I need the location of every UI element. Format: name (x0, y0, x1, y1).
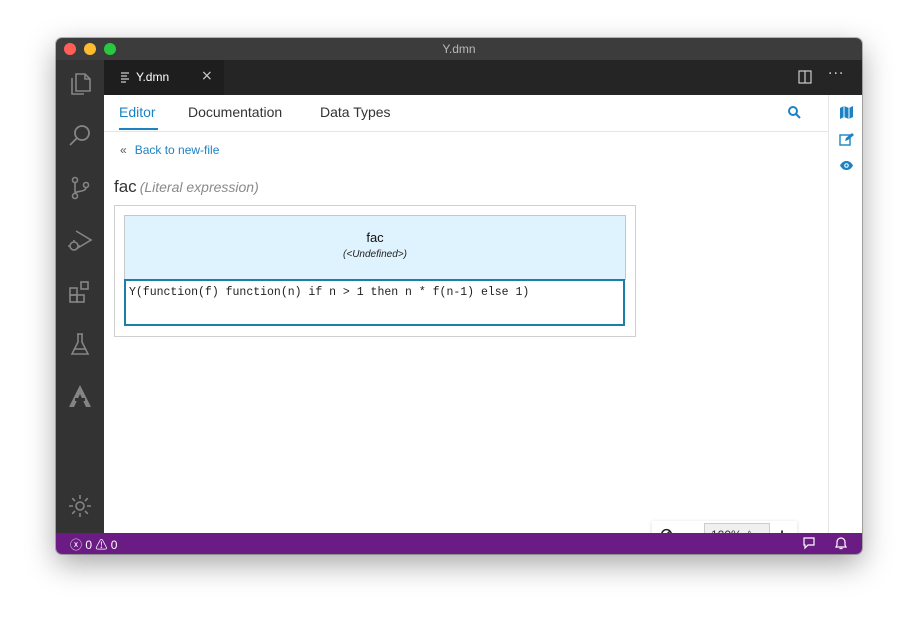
problems-indicator[interactable]: ⓧ 0 ⚠ 0 (70, 536, 117, 553)
back-link-label: Back to new-file (134, 143, 220, 157)
expression-title: fac (Literal expression) (114, 177, 259, 197)
window-title: Y.dmn (442, 42, 476, 56)
editor-nav-tabs: Editor Documentation Data Types (104, 95, 828, 132)
expression-text-cell[interactable]: Y(function(f) function(n) if n > 1 then … (124, 279, 625, 326)
extensions-icon[interactable] (66, 278, 94, 306)
dmn-editor: Editor Documentation Data Types « Back to… (104, 95, 828, 549)
preview-eye-icon[interactable] (839, 158, 854, 173)
literal-expression-grid: fac (<Undefined>) Y(function(f) function… (114, 205, 636, 337)
expression-header-cell[interactable]: fac (<Undefined>) (124, 215, 626, 280)
feedback-icon[interactable] (802, 536, 816, 550)
expression-kind: (Literal expression) (139, 179, 259, 195)
status-bar: ⓧ 0 ⚠ 0 (56, 533, 862, 554)
file-lines-icon (121, 72, 129, 83)
back-link[interactable]: « Back to new-file (120, 143, 219, 157)
activity-bar (56, 60, 104, 533)
error-icon: ⓧ (70, 538, 83, 552)
testing-icon[interactable] (66, 330, 94, 358)
notifications-bell-icon[interactable] (834, 536, 848, 550)
map-icon[interactable] (839, 105, 854, 120)
header-type-ref: (<Undefined>) (343, 249, 407, 260)
more-actions-icon[interactable]: ··· (828, 66, 844, 82)
warning-icon: ⚠ (95, 538, 108, 552)
explorer-icon[interactable] (66, 70, 94, 98)
double-chevron-left-icon: « (120, 143, 127, 157)
right-tool-panel (828, 95, 862, 533)
split-editor-icon[interactable] (798, 70, 812, 84)
run-debug-icon[interactable] (66, 226, 94, 254)
search-icon[interactable] (66, 122, 94, 150)
tab-editor[interactable]: Editor (119, 104, 156, 120)
expression-name: fac (114, 177, 137, 196)
close-icon[interactable]: × (201, 69, 213, 83)
tab-label: Y.dmn (136, 70, 170, 84)
tab-documentation[interactable]: Documentation (188, 104, 282, 120)
editor-tab-bar: Y.dmn × ··· (104, 60, 862, 95)
source-control-icon[interactable] (66, 174, 94, 202)
settings-gear-icon[interactable] (66, 492, 94, 520)
header-name: fac (366, 230, 384, 245)
kie-logo-icon[interactable] (66, 382, 94, 410)
title-bar: Y.dmn (56, 38, 862, 60)
edit-icon[interactable] (839, 132, 854, 147)
error-count: 0 (85, 538, 93, 552)
search-icon[interactable] (787, 105, 801, 119)
active-tab-indicator (119, 128, 158, 130)
app-window: Y.dmn Y.dmn × ··· Editor Documentation D… (56, 38, 862, 554)
tab-y-dmn[interactable]: Y.dmn × (104, 60, 224, 95)
warning-count: 0 (110, 538, 118, 552)
expression-text: Y(function(f) function(n) if n > 1 then … (129, 286, 530, 299)
tab-data-types[interactable]: Data Types (320, 104, 391, 120)
